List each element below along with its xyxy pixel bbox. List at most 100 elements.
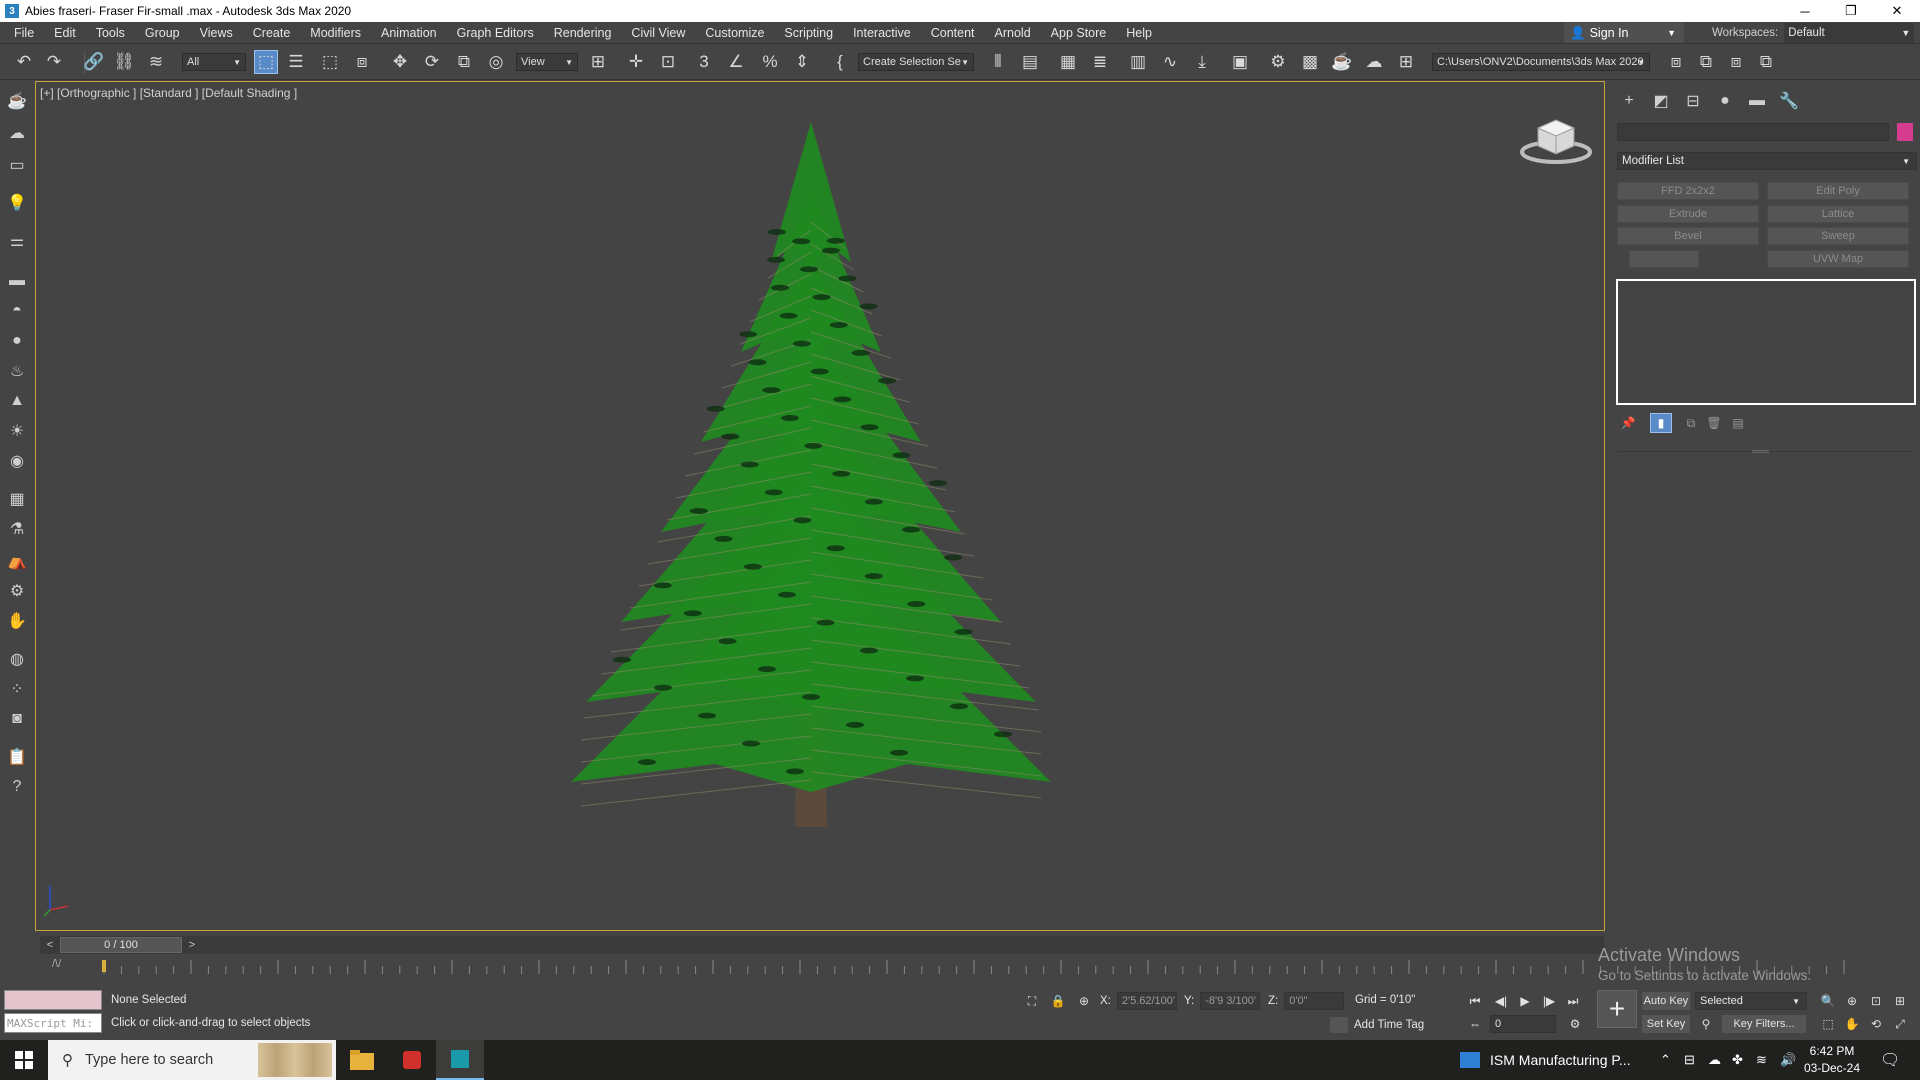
go-to-end-icon[interactable]: ⏭ (1562, 992, 1584, 1010)
maxscript-listener-output[interactable] (4, 990, 102, 1010)
close-button[interactable]: ✕ (1874, 0, 1920, 22)
menu-graph-editors[interactable]: Graph Editors (447, 26, 544, 40)
orbit-icon[interactable]: ⟲ (1866, 1015, 1886, 1033)
pivot-center-icon[interactable]: ⊞ (586, 50, 610, 74)
sign-in-dropdown[interactable]: 👤 Sign In ▼ (1564, 23, 1684, 43)
show-end-result-icon[interactable]: ▮ (1650, 413, 1672, 433)
go-to-start-icon[interactable]: ⏮ (1464, 992, 1486, 1010)
named-selection-sets-select[interactable]: Create Selection Se ▼ (858, 53, 974, 71)
hemisphere-icon[interactable]: ◓ (5, 299, 29, 323)
utilities-tab-icon[interactable]: 🔧 (1777, 89, 1801, 113)
schematic-view-icon[interactable]: ⤓ (1190, 50, 1214, 74)
clipboard-icon[interactable]: 📋 (5, 745, 29, 769)
previous-frame-icon[interactable]: ◀| (1490, 992, 1512, 1010)
motion-tab-icon[interactable]: ● (1713, 89, 1737, 113)
set-key-big-icon[interactable]: + (1597, 990, 1637, 1028)
menu-civil-view[interactable]: Civil View (621, 26, 695, 40)
image-icon[interactable]: ▭ (5, 153, 29, 177)
extrude-modifier-button[interactable]: Extrude (1617, 205, 1759, 223)
material-editor-icon[interactable]: ▣ (1228, 50, 1252, 74)
menu-group[interactable]: Group (135, 26, 190, 40)
security-icon[interactable]: ⊟ (1684, 1052, 1695, 1068)
gear-icon[interactable]: ⚙ (5, 579, 29, 603)
render-shortcuts-icon[interactable]: ⊞ (1394, 50, 1418, 74)
cone-icon[interactable]: ▲ (5, 389, 29, 413)
rotate-icon[interactable]: ⟳ (420, 50, 444, 74)
3dsmax-taskbar-icon[interactable] (436, 1040, 484, 1080)
key-filters-button[interactable]: Key Filters... (1722, 1015, 1806, 1033)
minimize-button[interactable]: ─ (1782, 0, 1828, 22)
viewport-label[interactable]: [+] [Orthographic ] [Standard ] [Default… (40, 86, 297, 100)
grid-brush-icon[interactable]: ▦ (5, 487, 29, 511)
snaps-toggle-icon[interactable]: 3 (692, 50, 716, 74)
menu-interactive[interactable]: Interactive (843, 26, 921, 40)
menu-content[interactable]: Content (921, 26, 985, 40)
z-value-field[interactable]: 0'0" (1284, 992, 1345, 1010)
menu-app-store[interactable]: App Store (1041, 26, 1117, 40)
add-time-tag[interactable]: Add Time Tag (1330, 1017, 1424, 1033)
maximize-button[interactable]: ❐ (1828, 0, 1874, 22)
play-icon[interactable]: ▶ (1514, 992, 1536, 1010)
menu-scripting[interactable]: Scripting (774, 26, 843, 40)
absolute-mode-icon[interactable]: ⊕ (1074, 992, 1094, 1010)
teapot-primitive-icon[interactable]: ♨ (5, 359, 29, 383)
system-clock[interactable]: 6:42 PM 03-Dec-24 (1802, 1043, 1862, 1077)
box-icon[interactable]: ▬ (5, 269, 29, 293)
orthographic-viewport[interactable]: [+] [Orthographic ] [Standard ] [Default… (35, 81, 1605, 931)
make-unique-icon[interactable]: ⧉ (1680, 413, 1702, 433)
select-manipulate-icon[interactable]: ✛ (624, 50, 648, 74)
notification-icon[interactable]: 🗨 (1880, 1050, 1900, 1070)
align-icon[interactable]: ▤ (1018, 50, 1042, 74)
menu-customize[interactable]: Customize (695, 26, 774, 40)
reference-coordinate-select[interactable]: View ▼ (516, 53, 578, 71)
current-frame-marker[interactable] (102, 960, 106, 972)
selection-lock-icon[interactable]: 🔒 (1048, 992, 1068, 1010)
layer-explorer-icon[interactable]: ≣ (1088, 50, 1112, 74)
wifi-icon[interactable]: ≋ (1756, 1052, 1767, 1068)
current-frame-field[interactable]: 0 (1490, 1015, 1556, 1033)
unlink-icon[interactable]: ⛓ (112, 50, 136, 74)
track-bar[interactable]: /\/ (40, 956, 1870, 978)
object-color-swatch[interactable] (1897, 123, 1913, 141)
cloud-icon[interactable]: ☁ (5, 121, 29, 145)
panel-grip-icon[interactable]: ═══ (1752, 447, 1769, 456)
bevel-modifier-button[interactable]: Bevel (1617, 227, 1759, 245)
workspace-tool-4-icon[interactable]: ⧉ (1754, 50, 1778, 74)
dropbox-icon[interactable]: ✤ (1732, 1052, 1743, 1068)
menu-views[interactable]: Views (190, 26, 243, 40)
modifier-list-select[interactable]: Modifier List ▼ (1617, 152, 1917, 170)
render-in-cloud-icon[interactable]: ☁ (1362, 50, 1386, 74)
edit-poly-modifier-button[interactable]: Edit Poly (1767, 182, 1909, 200)
zoom-extents-icon[interactable]: ⊡ (1866, 992, 1886, 1010)
tent-icon[interactable]: ⛺ (5, 549, 29, 573)
empty-modifier-button[interactable] (1629, 250, 1699, 268)
time-slider-prev[interactable]: < (42, 936, 58, 954)
bind-space-warp-icon[interactable]: ≋ (144, 50, 168, 74)
ism-manufacturing-taskbar-item[interactable]: ISM Manufacturing P... (1460, 1040, 1631, 1080)
y-value-field[interactable]: -8'9 3/100' (1200, 992, 1261, 1010)
set-key-button[interactable]: Set Key (1642, 1015, 1690, 1033)
object-name-field[interactable] (1617, 123, 1889, 141)
field-of-view-icon[interactable]: ⬚ (1818, 1015, 1838, 1033)
percent-snap-icon[interactable]: % (758, 50, 782, 74)
mini-curve-editor-icon[interactable]: /\/ (52, 958, 61, 970)
time-slider-next[interactable]: > (184, 936, 200, 954)
angle-snap-icon[interactable]: ∠ (724, 50, 748, 74)
workspace-select[interactable]: Default ▼ (1784, 23, 1915, 43)
pan-view-icon[interactable]: ✋ (1842, 1015, 1862, 1033)
curve-editor-icon[interactable]: ∿ (1158, 50, 1182, 74)
menu-rendering[interactable]: Rendering (544, 26, 622, 40)
auto-key-button[interactable]: Auto Key (1642, 992, 1690, 1010)
sweep-modifier-button[interactable]: Sweep (1767, 227, 1909, 245)
menu-animation[interactable]: Animation (371, 26, 447, 40)
time-slider-track[interactable] (40, 936, 1604, 954)
workspace-tool-1-icon[interactable]: ⧈ (1664, 50, 1688, 74)
scale-icon[interactable]: ⧉ (452, 50, 476, 74)
toggle-ribbon-icon[interactable]: ▥ (1126, 50, 1150, 74)
hand-icon[interactable]: ✋ (5, 609, 29, 633)
workspace-tool-2-icon[interactable]: ⧉ (1694, 50, 1718, 74)
time-configuration-icon[interactable]: ⚙ (1564, 1015, 1586, 1033)
pin-stack-icon[interactable]: 📌 (1617, 413, 1639, 433)
material-balls-icon[interactable]: ⁘ (5, 677, 29, 701)
configure-modifier-sets-icon[interactable]: ▤ (1727, 413, 1749, 433)
